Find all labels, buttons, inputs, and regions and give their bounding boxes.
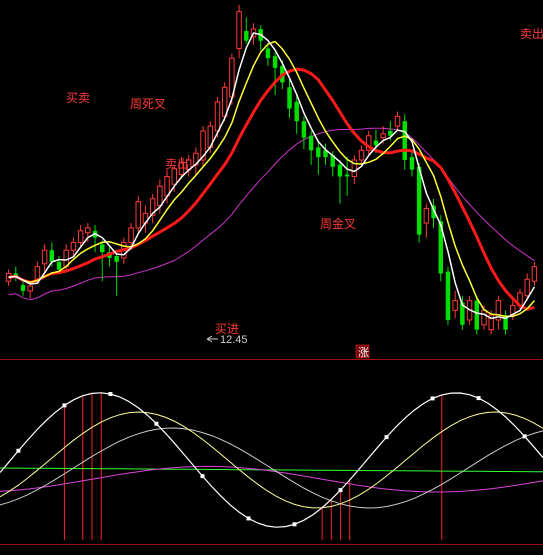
candle-body-down: [301, 121, 307, 138]
candle-body-down: [244, 31, 249, 41]
osc-marker: [200, 474, 205, 479]
candle-body-down: [416, 166, 422, 235]
candle-body-up: [27, 285, 33, 292]
candle-body-up: [236, 11, 242, 49]
candle-body-down: [265, 48, 271, 59]
osc-marker: [62, 403, 67, 408]
osc-marker: [16, 448, 21, 453]
osc-marker: [476, 396, 481, 401]
candle-body-up: [171, 168, 177, 185]
candle-body-up: [481, 309, 487, 326]
osc-marker: [430, 396, 435, 401]
osc-marker: [292, 522, 297, 527]
candle-body-up: [531, 266, 538, 282]
candle-body-down: [272, 56, 278, 68]
candle-body-down: [344, 174, 350, 177]
osc-marker: [246, 516, 251, 521]
candle-body-down: [402, 121, 407, 160]
candle-body-up: [452, 300, 458, 311]
annotation-weekly-death-cross: 周死叉: [130, 97, 166, 111]
annotation-weekly-golden-cross: 周金叉: [320, 216, 356, 231]
annotation-sell-2: 卖出: [520, 27, 543, 41]
osc-marker: [522, 434, 527, 439]
candle-body-down: [114, 256, 119, 262]
candle-body-up: [128, 227, 134, 243]
candle-body-up: [214, 101, 221, 132]
candle-body-up: [85, 227, 91, 234]
candle-body-up: [135, 201, 141, 229]
annotation-buy-sell: 买卖: [66, 91, 90, 105]
candle-body-down: [308, 135, 314, 151]
candle-body-up: [524, 278, 530, 297]
candle-body-down: [287, 87, 292, 109]
candle-body-down: [49, 250, 55, 262]
candle-body-up: [70, 241, 77, 251]
annotation-sell-1: 卖出: [165, 157, 189, 171]
zhang-badge[interactable]: 涨: [358, 346, 369, 359]
osc-marker: [154, 421, 159, 426]
candle-body-down: [409, 157, 415, 170]
candle-body-up: [34, 266, 41, 280]
candle-body-up: [358, 149, 365, 161]
candle-body-down: [56, 261, 62, 270]
price-low-label: 12.45: [220, 334, 248, 346]
candle-body-down: [474, 300, 480, 330]
osc-marker: [384, 435, 389, 440]
osc-marker: [338, 488, 343, 493]
candle-body-down: [294, 101, 299, 122]
candle-body-up: [77, 230, 84, 243]
candle-body-down: [316, 147, 321, 158]
candle-body-up: [41, 249, 48, 265]
candle-body-up: [394, 115, 401, 127]
osc-marker: [108, 392, 113, 397]
stock-chart[interactable]: 买卖 周死叉 卖出 买进 周金叉 卖出 12.45 涨: [0, 0, 543, 555]
candle-body-down: [337, 164, 343, 177]
candle-body-down: [20, 285, 26, 291]
candle-body-up: [423, 207, 430, 224]
candle-body-up: [380, 133, 386, 139]
candle-body-down: [445, 271, 451, 320]
candle-body-up: [157, 185, 163, 207]
candle-body-down: [100, 244, 105, 253]
